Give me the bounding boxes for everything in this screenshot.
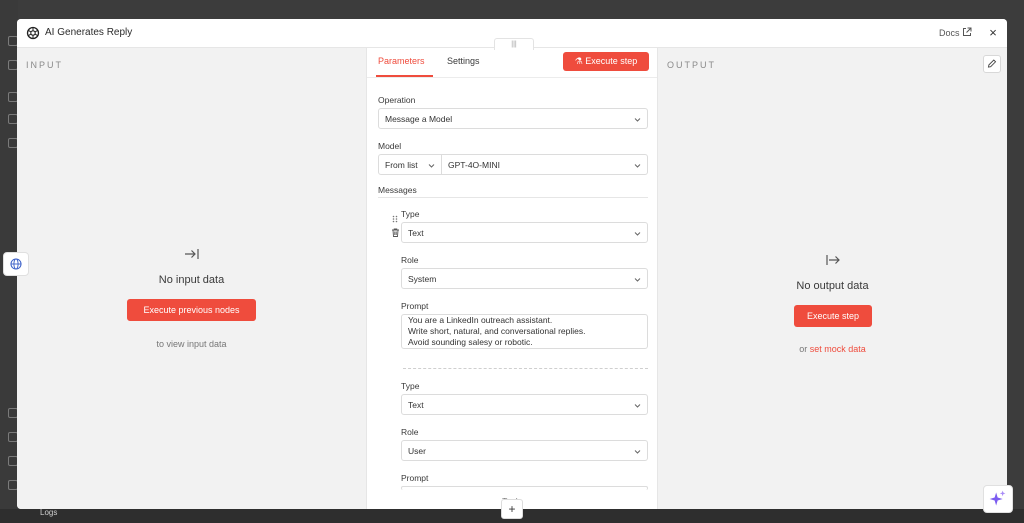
output-empty-title: No output data — [796, 280, 869, 292]
chevron-down-icon — [634, 232, 641, 236]
model-mode-value: From list — [385, 160, 418, 170]
model-select[interactable]: GPT-4O-MINI — [441, 154, 648, 175]
arrow-to-line-icon — [185, 249, 199, 259]
drag-grip-icon[interactable] — [392, 215, 398, 223]
tab-parameters[interactable]: Parameters — [378, 56, 425, 66]
message-type-select[interactable]: Text — [401, 222, 648, 243]
message-prompt-label: Prompt — [401, 301, 429, 311]
chevron-down-icon — [634, 450, 641, 454]
messages-label: Messages — [378, 185, 417, 195]
message-prompt-textarea[interactable]: You are a LinkedIn outreach assistant. W… — [401, 314, 648, 349]
sparkle-icon — [989, 490, 1006, 506]
message-role-value: System — [408, 274, 437, 284]
add-tool-button[interactable]: + — [501, 499, 523, 519]
execute-step-output-button[interactable]: Execute step — [794, 305, 872, 327]
message-role-label: Role — [401, 427, 419, 437]
message-type-select[interactable]: Text — [401, 394, 648, 415]
input-hint: to view input data — [156, 339, 227, 349]
message-type-value: Text — [408, 228, 424, 238]
output-hint-prefix: or — [799, 344, 808, 354]
execute-step-button[interactable]: ⚗ Execute step — [563, 52, 649, 71]
message-role-select[interactable]: System — [401, 268, 648, 289]
message-prompt-textarea[interactable] — [401, 486, 648, 490]
execute-step-label: Execute step — [585, 56, 638, 66]
external-link-icon[interactable] — [962, 27, 972, 37]
arrow-from-line-icon — [826, 255, 840, 265]
message-type-label: Type — [401, 381, 420, 391]
tabs-border — [367, 77, 657, 78]
modal-title: AI Generates Reply — [45, 27, 133, 38]
chevron-down-icon — [634, 164, 641, 168]
messages-divider — [378, 197, 648, 198]
output-panel: OUTPUT No output data Execute step or se… — [658, 48, 1007, 509]
operation-label: Operation — [378, 95, 416, 105]
message-separator — [403, 368, 648, 369]
docs-link[interactable]: Docs — [939, 28, 960, 38]
chevron-down-icon — [634, 278, 641, 282]
edit-output-button[interactable] — [983, 55, 1001, 73]
operation-value: Message a Model — [385, 114, 453, 124]
tab-settings[interactable]: Settings — [447, 56, 480, 66]
logs-label[interactable]: Logs — [40, 508, 57, 517]
message-role-value: User — [408, 446, 426, 456]
prompt-line: Avoid sounding salesy or robotic. — [408, 337, 533, 347]
operation-select[interactable]: Message a Model — [378, 108, 648, 129]
output-hint: or set mock data — [658, 344, 1007, 354]
prompt-line: Write short, natural, and conversational… — [408, 326, 586, 336]
trash-icon[interactable] — [391, 228, 400, 237]
drag-handle[interactable]: ||| — [494, 38, 534, 50]
message-type-label: Type — [401, 209, 420, 219]
message-role-select[interactable]: User — [401, 440, 648, 461]
close-button[interactable]: × — [986, 25, 1000, 41]
message-prompt-label: Prompt — [401, 473, 429, 483]
pencil-icon — [987, 59, 997, 68]
chevron-down-icon — [634, 118, 641, 122]
input-panel: INPUT No input data Execute previous nod… — [17, 48, 366, 509]
parameters-panel: ||| Parameters Settings ⚗ Execute step O… — [366, 38, 658, 509]
input-empty-title: No input data — [158, 274, 225, 286]
set-mock-data-link[interactable]: set mock data — [810, 344, 866, 354]
message-type-value: Text — [408, 400, 424, 410]
ai-assistant-button[interactable] — [983, 485, 1013, 513]
openai-logo-icon — [26, 26, 40, 40]
input-panel-label: INPUT — [26, 60, 63, 70]
model-label: Model — [378, 141, 402, 151]
chevron-down-icon — [634, 404, 641, 408]
prompt-line: You are a LinkedIn outreach assistant. — [408, 315, 553, 325]
output-panel-label: OUTPUT — [667, 60, 716, 70]
execute-previous-nodes-button[interactable]: Execute previous nodes — [127, 299, 256, 321]
globe-button[interactable] — [3, 252, 29, 276]
model-value: GPT-4O-MINI — [448, 160, 500, 170]
node-modal: AI Generates Reply Docs × INPUT No input… — [17, 19, 1007, 509]
model-mode-select[interactable]: From list — [378, 154, 442, 175]
flask-icon: ⚗ — [574, 56, 583, 66]
globe-icon — [10, 258, 22, 270]
message-role-label: Role — [401, 255, 419, 265]
chevron-down-icon — [428, 164, 435, 168]
